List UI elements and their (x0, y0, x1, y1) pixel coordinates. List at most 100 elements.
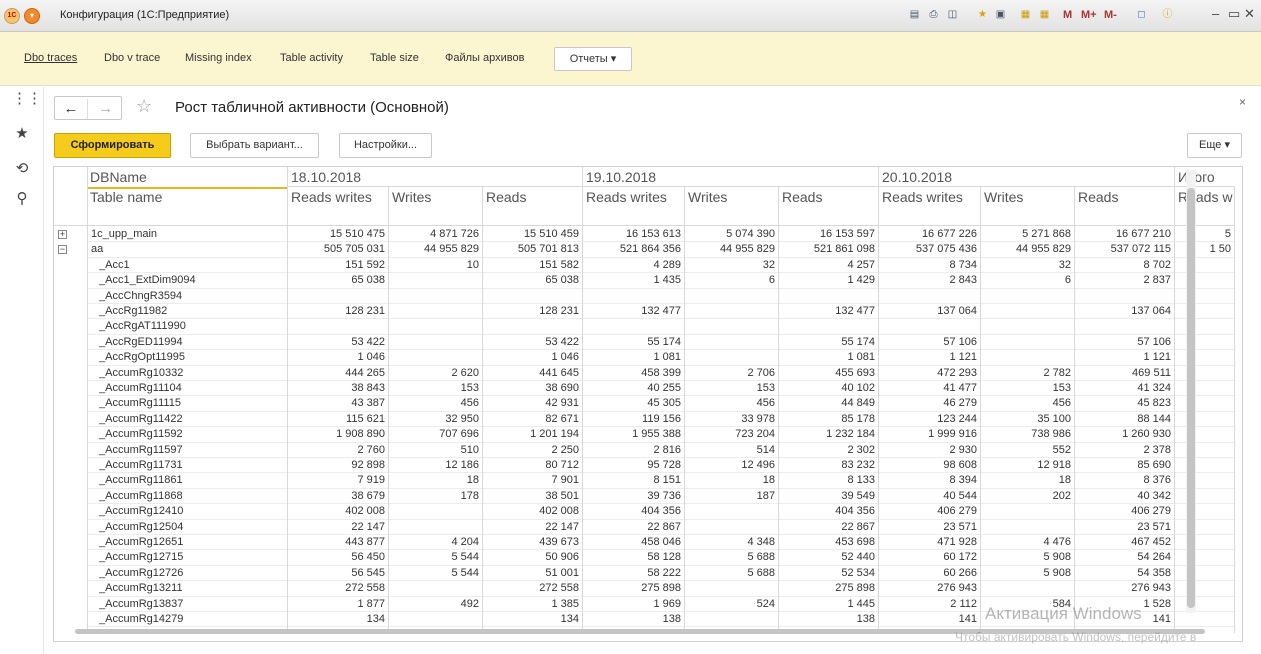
minimize-icon[interactable]: – (1212, 6, 1219, 21)
row-value: 1 435 (653, 274, 681, 287)
sub-header: Writes (392, 189, 432, 205)
reports-dropdown-button[interactable]: Отчеты ▾ (554, 47, 632, 71)
settings-button[interactable]: Настройки... (339, 133, 432, 158)
row-value: 272 558 (345, 582, 385, 595)
table-row[interactable]: _AccumRg11592 1 908 890 707 696 1 201 194 1 … (54, 427, 1234, 442)
table-row[interactable]: _AccumRg13211 272 558 272 558 275 898 275 89… (54, 581, 1234, 596)
history-icon[interactable]: ▣ (993, 8, 1008, 22)
report-form: ← → ☆ Рост табличной активности (Основно… (44, 87, 1261, 654)
row-value: 138 (662, 613, 681, 625)
grid-line (87, 626, 1234, 628)
row-value: 4 257 (847, 258, 875, 271)
row-value: 455 693 (835, 366, 875, 379)
calculator-icon[interactable]: ▦ (1018, 8, 1033, 22)
row-value: 456 (756, 397, 775, 410)
favorites-icon[interactable]: ★ (975, 8, 990, 22)
table-row[interactable]: _AccumRg11731 92 898 12 186 80 712 95 728 12 … (54, 458, 1234, 473)
row-value: 12 186 (445, 459, 479, 471)
row-value: 8 133 (847, 474, 875, 487)
add-favorite-star-icon[interactable]: ☆ (136, 96, 152, 117)
row-name: _AccRg11982 (99, 305, 168, 317)
table-row[interactable]: _AccumRg11868 38 679 178 38 501 39 736 187 39 … (54, 489, 1234, 504)
table-row[interactable]: _AccumRg11422 115 621 32 950 82 671 119 156 3… (54, 412, 1234, 427)
section-archive-files[interactable]: Файлы архивов (445, 52, 524, 64)
apps-icon[interactable]: ⋮⋮ (12, 89, 42, 109)
section-missing-index[interactable]: Missing index (185, 52, 252, 64)
search-icon[interactable]: ⚲ (12, 189, 32, 209)
info-icon[interactable]: ⓘ (1160, 8, 1175, 22)
table-row[interactable]: _AccumRg12410 402 008 402 008 404 356 404 35… (54, 504, 1234, 519)
table-row[interactable]: _AccumRg10332 444 265 2 620 441 645 458 399 2… (54, 366, 1234, 381)
row-value: 439 673 (539, 536, 579, 548)
report-spreadsheet[interactable]: DBName Table name 18.10.2018 19.10.2018 … (53, 166, 1243, 642)
row-value: 1 429 (847, 274, 875, 287)
table-row[interactable]: _AccumRg11104 38 843 153 38 690 40 255 153 40 … (54, 381, 1234, 396)
table-row[interactable]: _AccChngR3594 (54, 289, 1234, 304)
save-icon[interactable]: ▤ (907, 8, 922, 22)
table-row[interactable]: _AccumRg12651 443 877 4 204 439 673 458 046 4… (54, 535, 1234, 550)
vertical-scroll-thumb[interactable] (1187, 188, 1195, 608)
grid-line (878, 167, 879, 634)
total-header: Итого (1178, 169, 1215, 185)
table-row[interactable]: _AccumRg12726 56 545 5 544 51 001 58 222 5 68… (54, 566, 1234, 581)
sub-header: Reads writes (291, 189, 372, 205)
back-arrow-icon[interactable]: ← (55, 99, 88, 119)
forward-arrow-icon[interactable]: → (89, 99, 122, 119)
print-icon[interactable]: ⎙ (926, 8, 941, 22)
calendar-icon[interactable]: ▦ (1037, 8, 1052, 22)
collapse-icon[interactable]: − (58, 245, 67, 255)
table-row[interactable]: _Acc1_ExtDim9094 65 038 65 038 1 435 6 1 429 2… (54, 273, 1234, 288)
row-value: 22 867 (841, 520, 875, 533)
preview-icon[interactable]: ◫ (945, 8, 960, 22)
row-value: 521 861 098 (813, 243, 875, 256)
row-value: 441 645 (539, 366, 579, 379)
table-row[interactable]: _AccumRg12715 56 450 5 544 50 906 58 128 5 68… (54, 550, 1234, 565)
panel-icon[interactable]: ◻ (1134, 8, 1149, 22)
memory-plus-button[interactable]: M+ (1081, 9, 1097, 21)
row-value: 53 422 (351, 335, 385, 348)
table-row[interactable]: − aa 505 705 031 44 955 829 505 701 813 521 8… (54, 242, 1234, 257)
row-value: 2 837 (1143, 274, 1171, 287)
generate-button[interactable]: Сформировать (54, 133, 171, 158)
section-table-size[interactable]: Table size (370, 52, 419, 64)
row-name: _AccumRg11422 (99, 412, 183, 425)
report-header: DBName Table name 18.10.2018 19.10.2018 … (54, 167, 1234, 225)
table-row[interactable]: _AccumRg12504 22 147 22 147 22 867 22 867 23 … (54, 520, 1234, 535)
table-row[interactable]: _AccRgOpt11995 1 046 1 046 1 081 1 081 1 121 1… (54, 350, 1234, 365)
maximize-icon[interactable]: ▭ (1228, 6, 1240, 22)
main-menu-button[interactable]: ▾ (24, 8, 40, 24)
table-row[interactable]: _AccumRg11861 7 919 18 7 901 8 151 18 8 133 8 3… (54, 473, 1234, 488)
row-value: 44 849 (841, 397, 875, 410)
table-row[interactable]: _AccRg11982 128 231 128 231 132 477 132 477 1… (54, 304, 1234, 319)
favorites-icon[interactable]: ★ (12, 124, 32, 144)
select-variant-button[interactable]: Выбрать вариант... (190, 133, 319, 158)
row-value (1176, 581, 1231, 596)
row-value (686, 350, 775, 365)
row-value: 44 955 829 (719, 243, 775, 256)
table-row[interactable]: _AccumRg11115 43 387 456 42 931 45 305 456 44 … (54, 396, 1234, 411)
row-value: 1 046 (551, 351, 579, 364)
more-button[interactable]: Еще ▾ (1187, 133, 1242, 158)
row-value: 12 496 (741, 459, 775, 471)
memory-minus-button[interactable]: M- (1104, 9, 1117, 21)
table-row[interactable]: _AccRgED11994 53 422 53 422 55 174 55 174 57 … (54, 335, 1234, 350)
section-dbo-traces[interactable]: Dbo traces (24, 52, 77, 64)
row-value: 453 698 (835, 536, 875, 548)
section-dbo-v-trace[interactable]: Dbo v trace (104, 52, 160, 64)
expand-icon[interactable]: + (58, 230, 67, 239)
row-value: 42 931 (545, 397, 579, 410)
row-value: 22 147 (351, 520, 385, 533)
history-icon[interactable]: ⟲ (12, 159, 32, 179)
row-value: 1 046 (357, 351, 385, 364)
row-value: 404 356 (641, 505, 681, 518)
close-window-icon[interactable]: ✕ (1244, 6, 1255, 22)
close-form-icon[interactable]: × (1239, 95, 1246, 109)
table-row[interactable]: _AccRgAT111990 (54, 319, 1234, 334)
memory-m-button[interactable]: M (1063, 9, 1072, 21)
table-row[interactable]: _Acc1 151 592 10 151 582 4 289 32 4 257 8 734 32… (54, 258, 1234, 273)
sub-header: Reads writes (882, 189, 963, 205)
row-value: 505 705 031 (323, 243, 385, 256)
table-row[interactable]: _AccumRg11597 2 760 510 2 250 2 816 514 2 302 2… (54, 443, 1234, 458)
section-table-activity[interactable]: Table activity (280, 52, 343, 64)
table-row[interactable]: +1c_upp_main 15 510 475 4 871 726 15 510 45… (54, 227, 1234, 242)
